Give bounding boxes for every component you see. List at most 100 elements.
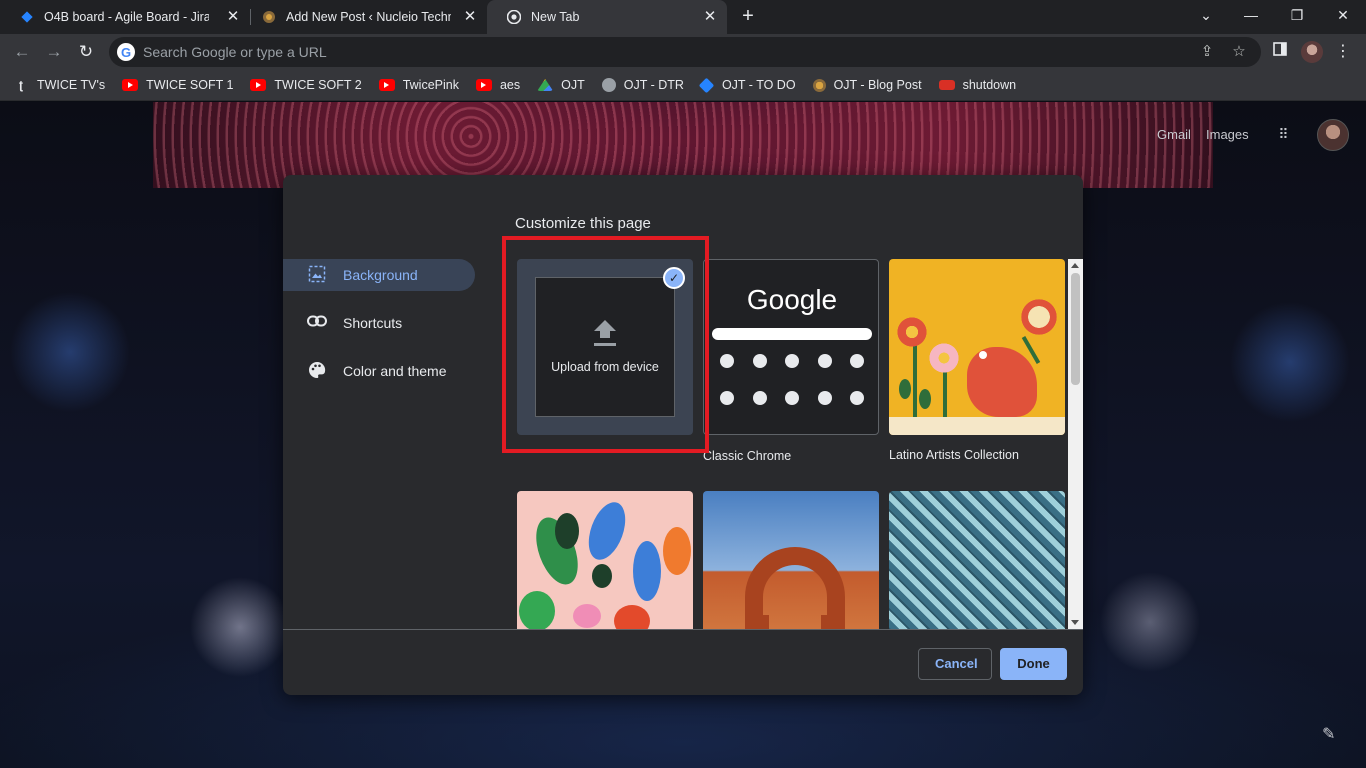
sidebar-item-shortcuts[interactable]: Shortcuts (283, 307, 475, 339)
highlight-annotation (502, 236, 709, 453)
omnibox[interactable]: G ⇪ ☆ (109, 37, 1261, 67)
google-logo: Google (746, 284, 838, 315)
bookmark-label: aes (499, 78, 521, 92)
sidebar-item-background[interactable]: Background (283, 259, 475, 291)
bookmark-label: TwicePink (402, 78, 459, 92)
youtube-icon (475, 79, 492, 91)
bookmark-ojt-todo[interactable]: OJT - TO DO (698, 77, 796, 93)
bird-illustration (967, 347, 1037, 417)
tab-jira[interactable]: O4B board - Agile Board - Jira ✕ (0, 0, 250, 34)
bookmark-twice-tv[interactable]: ʈ TWICE TV's (13, 78, 105, 92)
shortcut-dots-row (720, 354, 864, 368)
nucleio-icon (812, 78, 826, 92)
tab-new-tab[interactable]: New Tab ✕ (487, 0, 727, 34)
scroll-down-arrow-icon[interactable] (1071, 620, 1079, 625)
arch-leg (745, 615, 769, 629)
google-apps-icon[interactable]: ⠿ (1273, 124, 1293, 144)
bookmark-label: TWICE SOFT 1 (146, 78, 234, 92)
tab-strip: O4B board - Agile Board - Jira ✕ Add New… (0, 0, 1366, 34)
dialog-footer: Cancel Done (283, 629, 1083, 695)
jira-icon (20, 10, 34, 24)
sidebar-item-label: Shortcuts (343, 315, 403, 331)
done-button[interactable]: Done (1000, 648, 1067, 680)
reload-button[interactable]: ↻ (74, 40, 98, 64)
shortcut-dots-row (720, 391, 864, 405)
google-icon: G (117, 43, 135, 61)
images-link[interactable]: Images (1206, 127, 1249, 142)
bookmarks-bar: ʈ TWICE TV's TWICE SOFT 1 TWICE SOFT 2 T… (0, 70, 1366, 101)
pencil-icon[interactable]: ✎ (1322, 724, 1342, 744)
restore-button[interactable]: ❐ (1274, 0, 1320, 30)
minimize-button[interactable]: — (1228, 0, 1274, 30)
bird-eye (979, 351, 987, 359)
bookmark-label: TWICE TV's (37, 78, 106, 92)
flowers-art-tile[interactable] (517, 491, 693, 629)
bookmark-star-icon[interactable]: ☆ (1229, 42, 1249, 62)
ground (889, 417, 1065, 435)
youtube-icon (250, 79, 267, 91)
bookmark-shutdown[interactable]: shutdown (938, 78, 1017, 92)
new-tab-button[interactable]: + (737, 6, 759, 28)
chrome-icon (506, 9, 522, 25)
back-button[interactable]: ← (10, 40, 34, 64)
bookmark-ojt-dtr[interactable]: OJT - DTR (601, 78, 684, 92)
close-icon[interactable]: ✕ (701, 8, 719, 26)
forward-button[interactable]: → (42, 40, 66, 64)
textures-tile[interactable] (889, 491, 1065, 629)
bookmark-label: shutdown (962, 78, 1017, 92)
youtube-icon (122, 79, 139, 91)
sidebar-item-color-and-theme[interactable]: Color and theme (283, 355, 475, 387)
gmail-link[interactable]: Gmail (1157, 127, 1191, 142)
account-avatar[interactable] (1317, 119, 1349, 151)
search-bar-illustration (712, 328, 872, 340)
tab-title: New Tab (531, 10, 580, 24)
shutdown-icon (938, 80, 955, 90)
bookmark-label: TWICE SOFT 2 (274, 78, 362, 92)
leaf (899, 379, 911, 399)
cancel-button[interactable]: Cancel (918, 648, 992, 680)
bookmark-label: OJT (561, 78, 585, 92)
share-icon[interactable]: ⇪ (1197, 42, 1217, 62)
latino-artists-collection-tile[interactable] (889, 259, 1065, 435)
scrollbar-thumb[interactable] (1071, 273, 1080, 385)
tab-title: O4B board - Agile Board - Jira (44, 10, 209, 24)
dialog-title: Customize this page (515, 215, 651, 232)
collections-scrollbar[interactable] (1068, 259, 1083, 629)
sidebar-item-label: Background (343, 267, 418, 283)
menu-icon[interactable]: ⋮ (1335, 42, 1351, 62)
landscapes-tile[interactable] (703, 491, 879, 629)
toolbar: ← → ↻ G ⇪ ☆ ⋮ (0, 34, 1366, 70)
scroll-up-arrow-icon[interactable] (1071, 263, 1079, 268)
tab-search-icon[interactable]: ⌄ (1183, 0, 1229, 30)
bookmark-ojt-blog-post[interactable]: OJT - Blog Post (812, 78, 922, 92)
classic-chrome-tile[interactable]: Google (703, 259, 879, 435)
close-icon[interactable]: ✕ (461, 8, 479, 26)
flower (927, 341, 961, 375)
latino-artists-collection-label: Latino Artists Collection (889, 448, 1019, 462)
omnibox-input[interactable] (143, 44, 1143, 60)
bookmark-twicepink[interactable]: TwicePink (378, 78, 459, 92)
tab-title: Add New Post ‹ Nucleio Technolo (286, 10, 451, 24)
drive-icon (537, 79, 554, 91)
globe-icon (601, 78, 616, 92)
flower (895, 315, 929, 349)
link-icon (307, 313, 327, 333)
close-window-button[interactable]: ✕ (1320, 0, 1366, 30)
close-icon[interactable]: ✕ (224, 8, 242, 26)
bookmark-twice-soft-2[interactable]: TWICE SOFT 2 (250, 78, 362, 92)
profile-avatar[interactable] (1301, 41, 1323, 63)
bookmark-label: OJT - TO DO (721, 78, 796, 92)
bookmark-ojt[interactable]: OJT (537, 78, 585, 92)
flower (1019, 297, 1059, 337)
nucleio-icon (262, 10, 276, 24)
classic-chrome-label: Classic Chrome (703, 449, 792, 463)
bookmark-aes[interactable]: aes (475, 78, 521, 92)
palette-icon (307, 361, 327, 381)
bookmark-twice-soft-1[interactable]: TWICE SOFT 1 (122, 78, 233, 92)
youtube-icon (378, 79, 395, 91)
image-icon (307, 265, 327, 285)
side-panel-icon[interactable] (1270, 42, 1290, 62)
tab-nucleio[interactable]: Add New Post ‹ Nucleio Technolo ✕ (242, 0, 487, 34)
arch-leg (821, 615, 845, 629)
jira-icon (698, 77, 715, 93)
